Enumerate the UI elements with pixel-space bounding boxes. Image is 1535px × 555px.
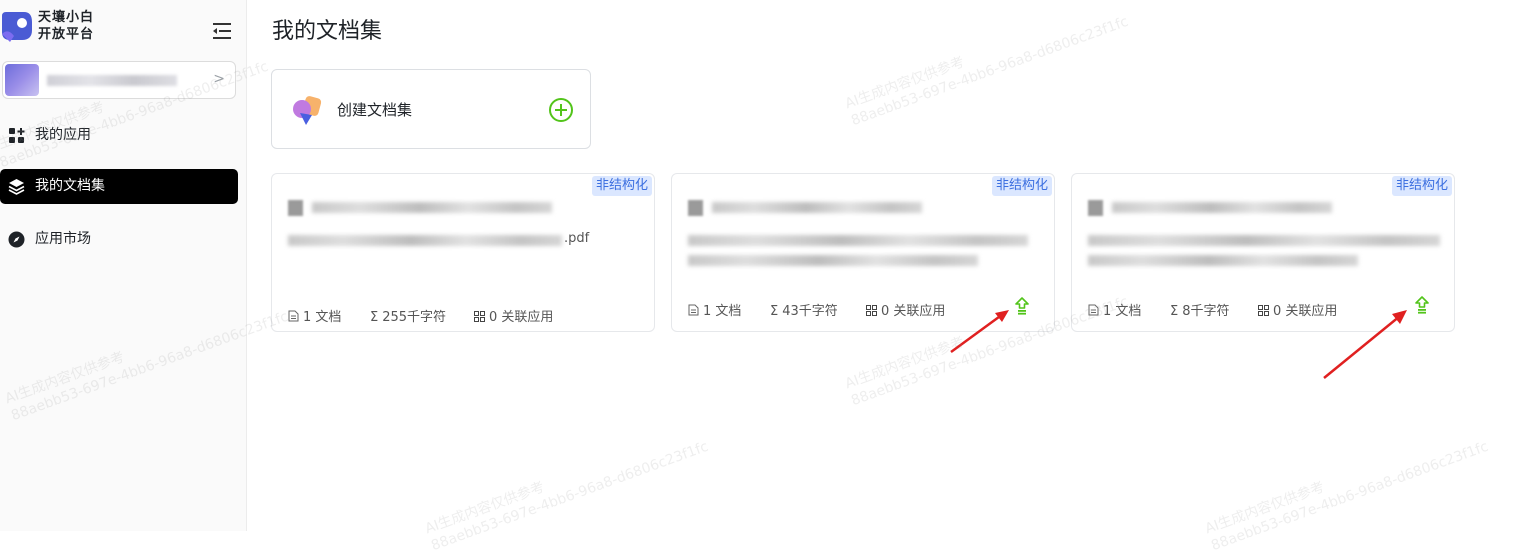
linked-apps-text: 0 关联应用 (1273, 304, 1338, 319)
doc-count: 1 文档 (688, 300, 741, 319)
apps-grid-icon (9, 128, 25, 143)
char-count-text: 8千字符 (1182, 304, 1230, 319)
sigma-icon: Σ (770, 304, 779, 319)
char-count-text: 43千字符 (782, 304, 838, 319)
doc-set-card[interactable]: 非结构化 1 文档 Σ 8千字符 0 关联应用 (1071, 173, 1455, 332)
doc-count: 1 文档 (288, 306, 341, 325)
sidebar-item-label: 我的应用 (35, 127, 91, 143)
linked-apps-icon (1258, 305, 1269, 316)
layers-icon (8, 179, 25, 195)
watermark-line1: AI生成内容仅供参考 (423, 479, 547, 538)
doc-set-desc-redacted (688, 255, 978, 266)
sidebar-item-my-apps[interactable]: 我的应用 (0, 118, 238, 153)
upload-icon[interactable] (1014, 297, 1030, 315)
doc-set-desc-redacted (1088, 235, 1440, 246)
watermark-line2: 88aebb53-697e-4bb6-96a8-d6806c23f1fc (1209, 438, 1491, 555)
linked-apps: 0 关联应用 (1258, 300, 1337, 319)
linked-apps-text: 0 关联应用 (489, 310, 554, 325)
brand-name-line2: 开放平台 (38, 27, 95, 42)
upload-icon[interactable] (1414, 296, 1430, 314)
watermark: AI生成内容仅供参考88aebb53-697e-4bb6-96a8-d6806c… (423, 421, 711, 555)
add-circle-icon[interactable] (548, 97, 574, 123)
file-suffix: .pdf (564, 231, 590, 246)
watermark-line2: 88aebb53-697e-4bb6-96a8-d6806c23f1fc (429, 438, 711, 555)
linked-apps-icon (866, 305, 877, 316)
sidebar: 天壤小白 开放平台 > 我的应用 我的文档集 应用市场 (0, 0, 247, 531)
watermark-line1: AI生成内容仅供参考 (843, 54, 967, 113)
doc-count-text: 1 文档 (303, 310, 342, 325)
type-tag: 非结构化 (1391, 176, 1452, 196)
sigma-icon: Σ (370, 310, 379, 325)
char-count-text: 255千字符 (382, 310, 447, 325)
brand-name-line1: 天壤小白 (38, 10, 95, 25)
doc-set-card[interactable]: 非结构化 1 文档 Σ 43千字符 0 关联应用 (671, 173, 1055, 332)
page-title: 我的文档集 (272, 19, 383, 44)
type-tag: 非结构化 (991, 176, 1052, 196)
doc-count-text: 1 文档 (703, 304, 742, 319)
watermark: AI生成内容仅供参考88aebb53-697e-4bb6-96a8-d6806c… (1203, 421, 1491, 555)
sidebar-item-app-market[interactable]: 应用市场 (0, 222, 238, 257)
sidebar-item-label: 应用市场 (35, 231, 91, 247)
doc-set-card[interactable]: 非结构化 .pdf 1 文档 Σ 255千字符 0 关联应用 (271, 173, 655, 332)
collapse-sidebar-icon[interactable] (211, 21, 233, 41)
linked-apps-icon (474, 311, 485, 322)
char-count: Σ 43千字符 (770, 300, 838, 319)
doc-set-desc-redacted (288, 235, 562, 246)
watermark: AI生成内容仅供参考88aebb53-697e-4bb6-96a8-d6806c… (843, 0, 1131, 130)
redacted-icon (288, 200, 303, 216)
document-icon (688, 304, 699, 316)
sigma-icon: Σ (1170, 304, 1179, 319)
doc-set-desc-redacted (1088, 255, 1358, 266)
watermark-line1: AI生成内容仅供参考 (1203, 479, 1327, 538)
sidebar-item-my-doc-sets[interactable]: 我的文档集 (0, 169, 238, 204)
doc-set-desc-redacted (688, 235, 1028, 246)
brand-name: 天壤小白 开放平台 (38, 9, 94, 43)
create-doc-set-card[interactable]: 创建文档集 (271, 69, 591, 149)
doc-set-title-redacted (1112, 202, 1332, 213)
brand-logo-icon (2, 12, 32, 42)
doc-set-title-redacted (312, 202, 552, 213)
watermark-line2: 88aebb53-697e-4bb6-96a8-d6806c23f1fc (849, 13, 1131, 130)
document-icon (1088, 304, 1099, 316)
workspace-avatar (5, 64, 39, 96)
redacted-icon (688, 200, 703, 216)
redacted-icon (1088, 200, 1103, 216)
doc-count-text: 1 文档 (1103, 304, 1142, 319)
sidebar-item-label: 我的文档集 (35, 178, 105, 194)
create-doc-set-label: 创建文档集 (337, 101, 413, 119)
doc-count: 1 文档 (1088, 300, 1141, 319)
chevron-right-icon: > (213, 71, 225, 87)
brand[interactable]: 天壤小白 开放平台 (0, 6, 246, 46)
document-icon (288, 310, 299, 322)
char-count: Σ 8千字符 (1170, 300, 1230, 319)
linked-apps: 0 关联应用 (474, 306, 553, 325)
linked-apps-text: 0 关联应用 (881, 304, 946, 319)
workspace-name-redacted (47, 75, 177, 86)
linked-apps: 0 关联应用 (866, 300, 945, 319)
doc-set-title-redacted (712, 202, 922, 213)
char-count: Σ 255千字符 (370, 306, 446, 325)
doc-set-logo-icon (293, 96, 322, 125)
workspace-selector[interactable]: > (2, 61, 236, 99)
type-tag: 非结构化 (591, 176, 652, 196)
compass-icon (8, 231, 25, 248)
